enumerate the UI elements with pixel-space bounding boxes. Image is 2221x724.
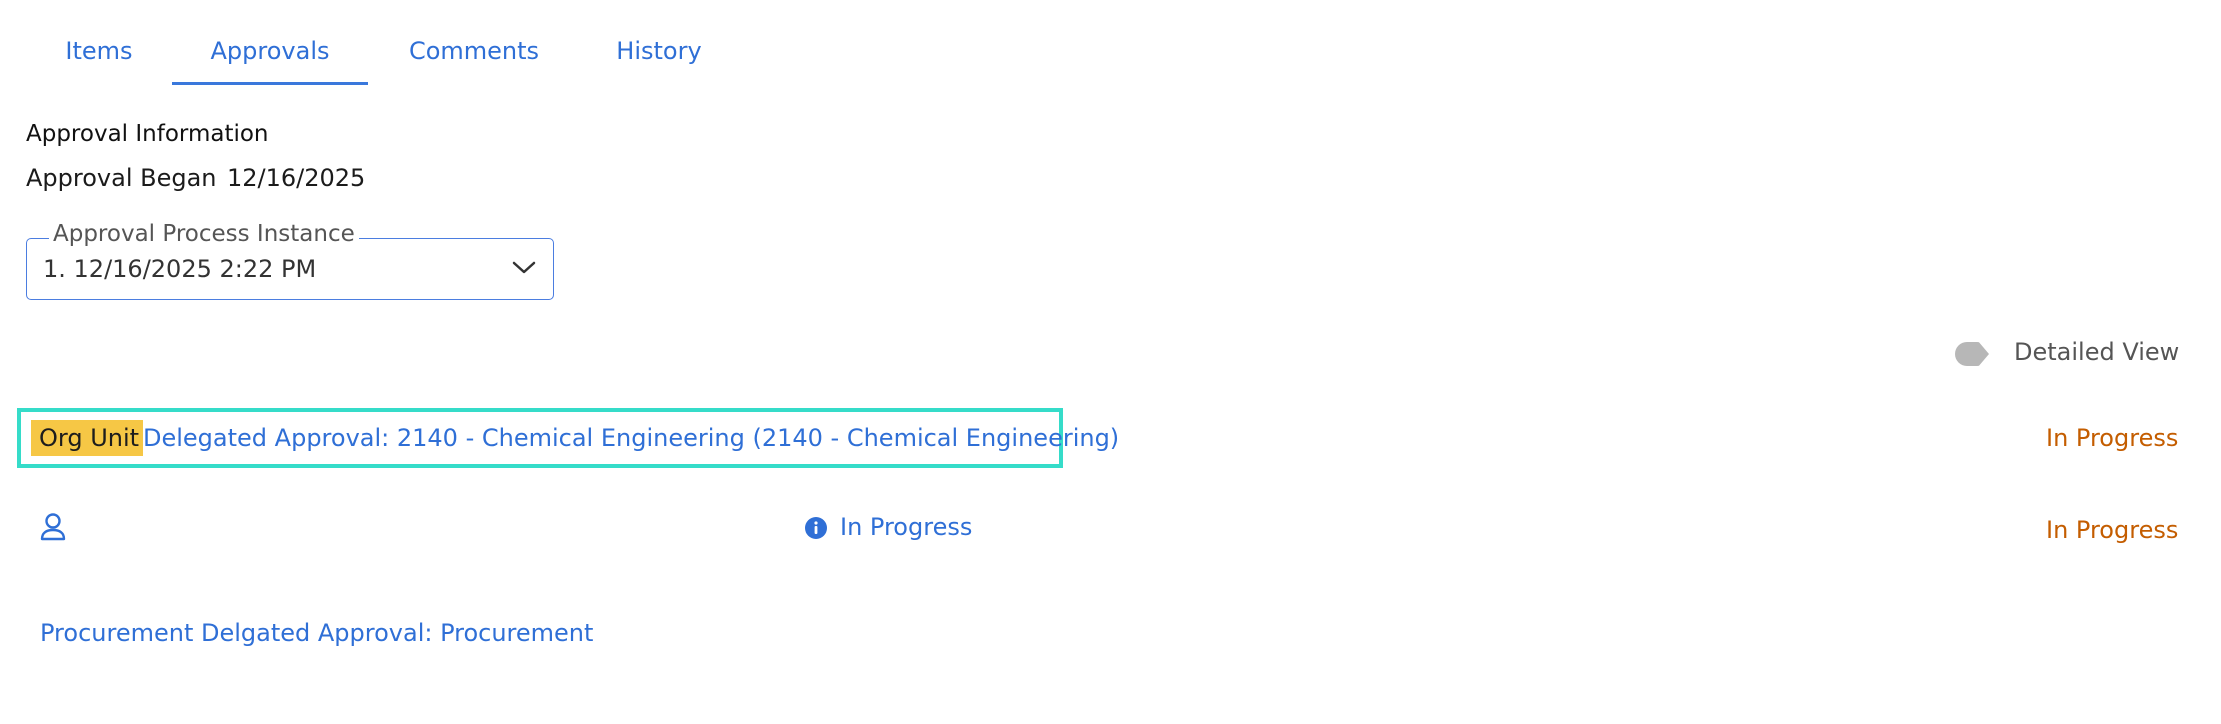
approval-began-label: Approval Began xyxy=(26,164,217,192)
toggle-track xyxy=(1955,342,1989,366)
approval-information-heading: Approval Information xyxy=(26,121,269,147)
org-unit-badge: Org Unit xyxy=(31,420,144,456)
tab-approvals[interactable]: Approvals xyxy=(172,22,368,85)
approval-process-instance-select[interactable]: Approval Process Instance 1. 12/16/2025 … xyxy=(26,221,554,300)
detailed-view-label: Detailed View xyxy=(2014,338,2180,366)
user-icon[interactable] xyxy=(39,512,67,542)
info-icon xyxy=(805,517,827,539)
tab-history[interactable]: History xyxy=(604,22,714,82)
approver-row-status: In Progress xyxy=(2046,516,2179,544)
detailed-view-toggle[interactable] xyxy=(1955,342,1989,366)
org-unit-approval-status: In Progress xyxy=(2046,424,2179,452)
approval-process-instance-label: Approval Process Instance xyxy=(49,221,359,247)
tab-items[interactable]: Items xyxy=(38,22,160,82)
tab-comments[interactable]: Comments xyxy=(396,22,552,82)
org-unit-delegated-approval-link[interactable]: Delegated Approval: 2140 - Chemical Engi… xyxy=(143,424,1119,452)
procurement-delegated-approval-link[interactable]: Procurement Delgated Approval: Procureme… xyxy=(40,619,593,647)
approval-began-date: 12/16/2025 xyxy=(227,164,366,192)
approvals-page: Items Approvals Comments History Approva… xyxy=(0,0,2221,724)
approver-status: In Progress xyxy=(840,513,973,541)
chevron-down-icon xyxy=(512,261,536,274)
approval-process-instance-value: 1. 12/16/2025 2:22 PM xyxy=(43,255,317,283)
